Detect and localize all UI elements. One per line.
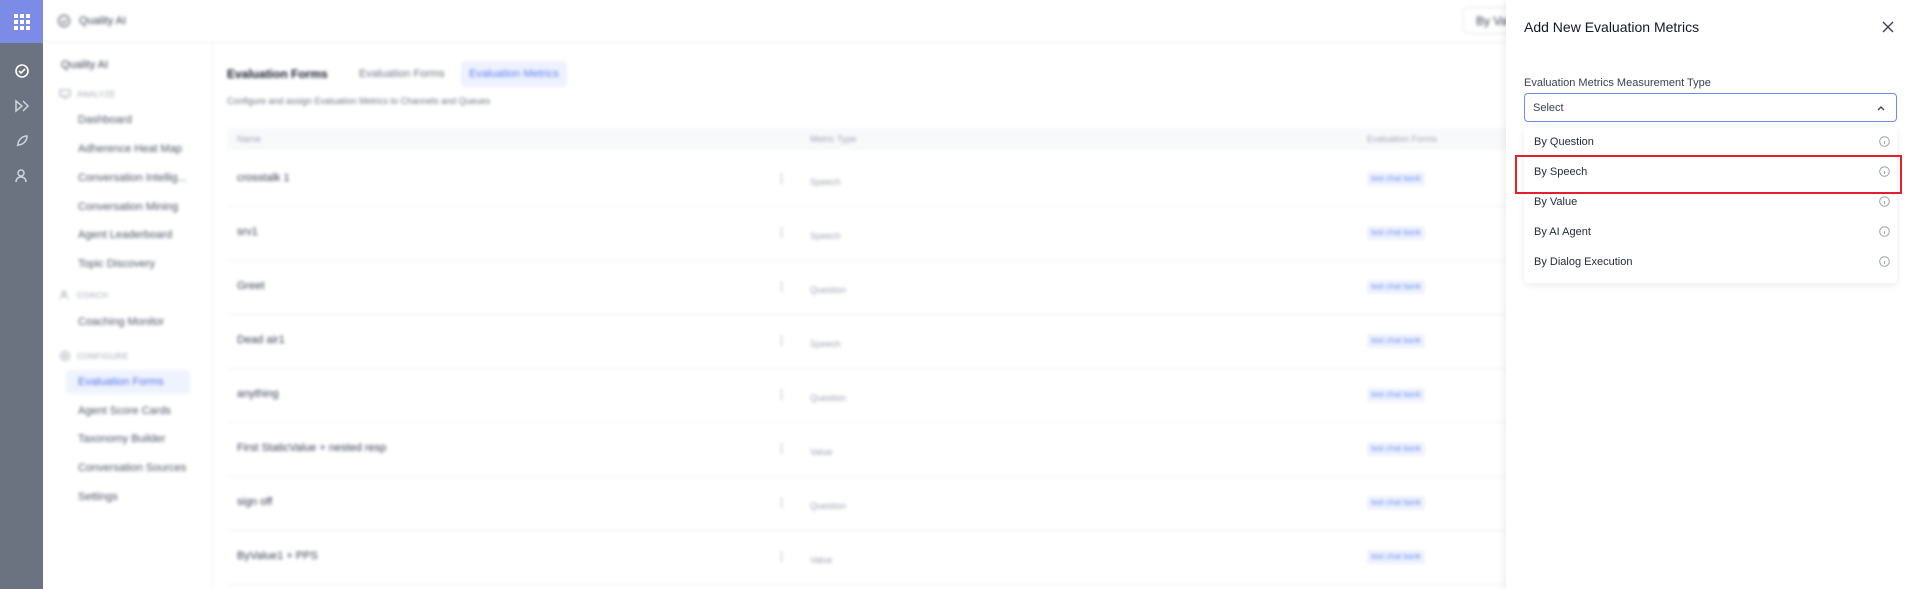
tab-evaluation-metrics[interactable]: Evaluation Metrics <box>461 61 567 87</box>
row-name: ByValue1 + PPS <box>237 550 318 562</box>
sidebar-section-coach: COACH <box>59 290 108 300</box>
row-menu-icon[interactable]: ⋮ <box>776 388 787 401</box>
row-name: srv1 <box>237 226 258 238</box>
sidebar-item-coaching-monitor[interactable]: Coaching Monitor <box>66 310 190 334</box>
measurement-type-select[interactable]: Select <box>1524 93 1897 122</box>
sidebar-item-conversation-sources[interactable]: Conversation Sources <box>66 456 190 480</box>
tab-evaluation-forms[interactable]: Evaluation Forms <box>351 61 453 87</box>
panel-title: Add New Evaluation Metrics <box>1524 19 1700 35</box>
apps-grid-icon[interactable] <box>0 0 43 43</box>
row-form-tag: test chat bank <box>1367 442 1425 456</box>
sidebar-item-settings[interactable]: Settings <box>66 485 190 509</box>
row-menu-icon[interactable]: ⋮ <box>776 172 787 185</box>
column-header-evaluation-forms: Evaluation Forms <box>1367 134 1438 144</box>
row-menu-icon[interactable]: ⋮ <box>776 334 787 347</box>
row-metric-type: Value <box>810 447 833 457</box>
page-subtitle: Configure and assign Evaluation Metrics … <box>227 96 491 106</box>
info-icon[interactable] <box>1879 196 1890 207</box>
table-row[interactable]: First StaticValue + nested resp ⋮ Value … <box>227 422 1508 477</box>
option-by-value[interactable]: By Value <box>1524 187 1897 217</box>
rocket-nav-icon[interactable] <box>0 123 43 158</box>
row-metric-type: Question <box>810 393 847 403</box>
quality-ai-nav-icon[interactable] <box>0 53 43 88</box>
option-by-question[interactable]: By Question <box>1524 127 1897 157</box>
app-rail <box>0 0 43 589</box>
row-menu-icon[interactable]: ⋮ <box>776 280 787 293</box>
row-metric-type: Speech <box>810 339 841 349</box>
measurement-type-label: Evaluation Metrics Measurement Type <box>1524 77 1711 89</box>
sidebar-item-taxonomy-builder[interactable]: Taxonomy Builder <box>66 427 190 451</box>
sidebar-item-conversation-mining[interactable]: Conversation Mining <box>66 195 190 219</box>
row-menu-icon[interactable]: ⋮ <box>776 442 787 455</box>
row-name: First StaticValue + nested resp <box>237 442 387 454</box>
row-name: crosstalk 1 <box>237 172 290 184</box>
table-header: Name Metric Type Evaluation Forms <box>227 128 1508 150</box>
option-by-dialog-execution[interactable]: By Dialog Execution <box>1524 247 1897 277</box>
table-row[interactable]: Greet ⋮ Question test chat bank <box>227 260 1508 315</box>
sidebar-item-agent-score-cards[interactable]: Agent Score Cards <box>66 399 190 423</box>
sidebar-item-topic-discovery[interactable]: Topic Discovery <box>66 252 190 276</box>
row-form-tag: test chat bank <box>1367 334 1425 348</box>
row-form-tag: test chat bank <box>1367 388 1425 402</box>
info-icon[interactable] <box>1879 226 1890 237</box>
row-metric-type: Question <box>810 501 847 511</box>
row-metric-type: Value <box>810 555 833 565</box>
option-by-speech[interactable]: By Speech <box>1524 157 1897 187</box>
row-name: Greet <box>237 280 265 292</box>
table-row[interactable]: srv1 ⋮ Speech test chat bank <box>227 206 1508 261</box>
option-by-ai-agent[interactable]: By AI Agent <box>1524 217 1897 247</box>
column-header-name: Name <box>237 134 262 144</box>
row-form-tag: test chat bank <box>1367 550 1425 564</box>
info-icon[interactable] <box>1879 136 1890 147</box>
sidebar-section-configure: CONFIGURE <box>59 350 129 362</box>
sidebar-item-adherence-heat-map[interactable]: Adherence Heat Map <box>66 137 190 161</box>
row-menu-icon[interactable]: ⋮ <box>776 496 787 509</box>
sidebar-item-evaluation-forms[interactable]: Evaluation Forms <box>66 370 190 394</box>
row-metric-type: Speech <box>810 231 841 241</box>
add-metrics-panel: Add New Evaluation Metrics Evaluation Me… <box>1506 0 1917 589</box>
row-menu-icon[interactable]: ⋮ <box>776 226 787 239</box>
page-title: Evaluation Forms <box>227 67 328 81</box>
table-row[interactable]: Dead air1 ⋮ Speech test chat bank <box>227 314 1508 369</box>
info-icon[interactable] <box>1879 256 1890 267</box>
row-name: sign off <box>237 496 273 508</box>
row-menu-icon[interactable]: ⋮ <box>776 550 787 563</box>
column-header-metric-type: Metric Type <box>810 134 857 144</box>
app-brand: Quality AI <box>57 14 126 28</box>
sidebar-item-conversation-intelligence[interactable]: Conversation Intellig... <box>66 166 190 190</box>
row-form-tag: test chat bank <box>1367 280 1425 294</box>
sidebar-title: Quality AI <box>61 59 109 71</box>
row-name: anything <box>237 388 279 400</box>
chevron-up-icon <box>1877 106 1885 111</box>
table-row[interactable]: crosstalk 1 ⋮ Speech test chat bank <box>227 152 1508 207</box>
sidebar-item-agent-leaderboard[interactable]: Agent Leaderboard <box>66 223 190 247</box>
main-content: Evaluation Forms Evaluation Forms Evalua… <box>213 42 1508 589</box>
sidebar-section-analyze: ANALYZE <box>59 89 116 99</box>
app-title: Quality AI <box>79 15 127 27</box>
row-form-tag: test chat bank <box>1367 226 1425 240</box>
close-icon[interactable] <box>1880 19 1896 35</box>
quality-ai-logo-icon <box>57 14 71 28</box>
table-row[interactable]: sign off ⋮ Question test chat bank <box>227 476 1508 531</box>
select-placeholder: Select <box>1533 102 1564 114</box>
settings-icon <box>60 351 70 361</box>
automation-nav-icon[interactable] <box>0 88 43 123</box>
table-row[interactable]: anything ⋮ Question test chat bank <box>227 368 1508 423</box>
sidebar: Quality AI ANALYZE Dashboard Adherence H… <box>43 42 213 589</box>
row-name: Dead air1 <box>237 334 285 346</box>
row-form-tag: test chat bank <box>1367 172 1425 186</box>
info-icon[interactable] <box>1879 166 1890 177</box>
row-form-tag: test chat bank <box>1367 496 1425 510</box>
monitor-icon <box>59 89 71 99</box>
measurement-type-options: By Question By Speech By Value By AI Age… <box>1524 127 1897 283</box>
row-metric-type: Question <box>810 285 847 295</box>
sidebar-item-dashboard[interactable]: Dashboard <box>66 108 190 132</box>
row-metric-type: Speech <box>810 177 841 187</box>
person-icon <box>59 290 69 300</box>
user-nav-icon[interactable] <box>0 158 43 193</box>
table-row[interactable]: ByValue1 + PPS ⋮ Value test chat bank <box>227 530 1508 585</box>
